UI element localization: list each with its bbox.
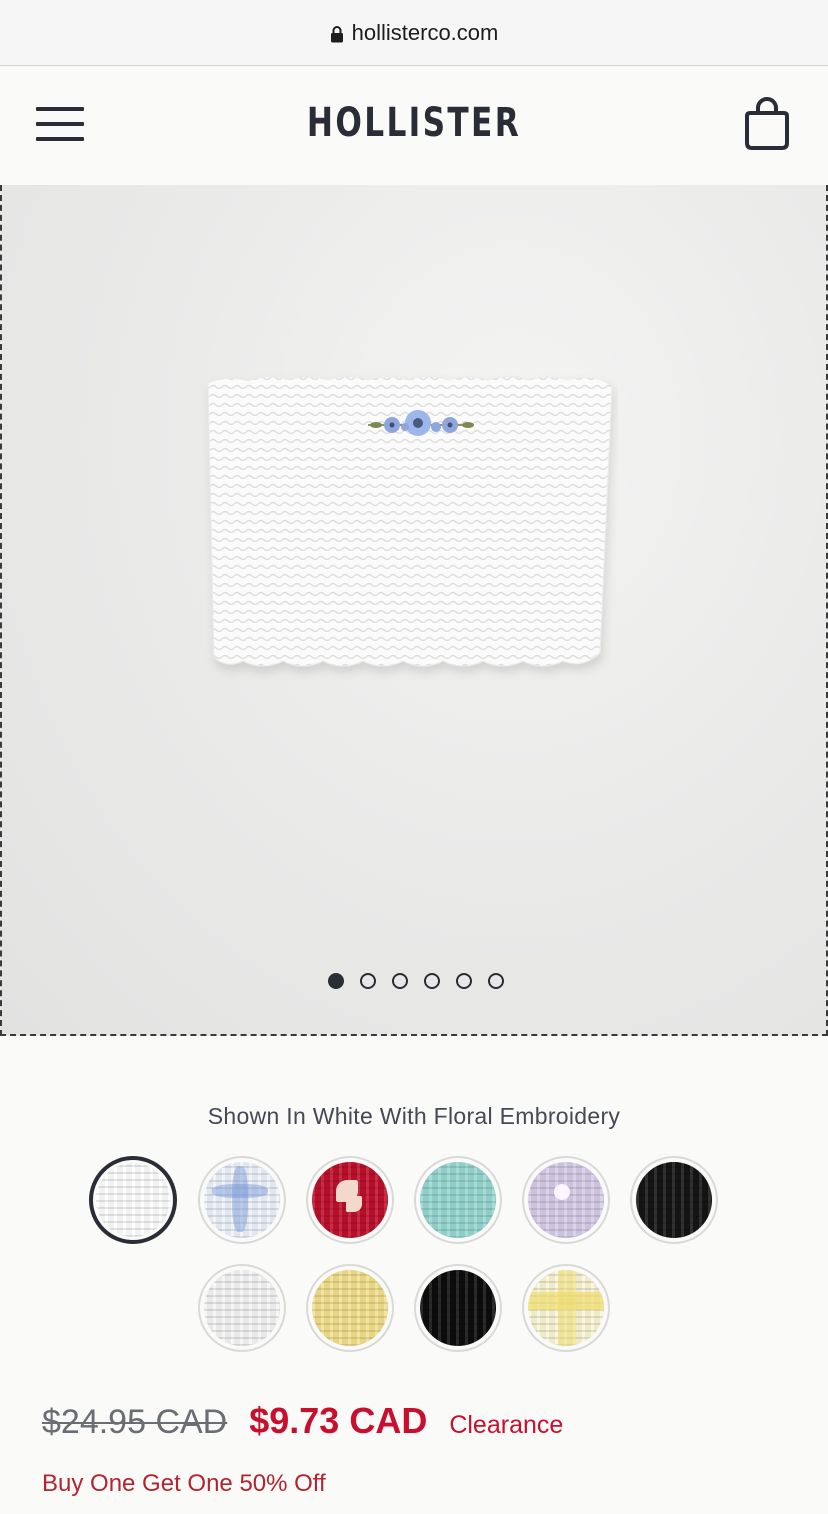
swatch-black-2[interactable] [414, 1264, 502, 1352]
carousel-dot-6[interactable] [488, 973, 504, 989]
product-image-gallery[interactable] [0, 185, 828, 1036]
shopping-bag-icon[interactable] [744, 97, 790, 151]
original-price: $24.95 CAD [42, 1403, 228, 1441]
hamburger-menu-icon[interactable] [36, 107, 84, 143]
selected-color-label: Shown In White With Floral Embroidery [207, 1103, 621, 1129]
swatch-white-floral-embroidery[interactable] [89, 1156, 177, 1244]
carousel-dot-4[interactable] [424, 973, 440, 989]
swatch-yellow-white-gingham[interactable] [522, 1264, 610, 1352]
browser-address-bar[interactable]: hollisterco.com [0, 0, 828, 66]
hollister-logo[interactable]: HOLLISTER [91, 100, 737, 146]
url-text: hollisterco.com [351, 19, 499, 45]
swatch-red-floral[interactable] [306, 1156, 394, 1244]
lock-icon [330, 25, 343, 42]
carousel-dot-2[interactable] [360, 973, 376, 989]
swatch-yellow[interactable] [306, 1264, 394, 1352]
site-header: HOLLISTER [0, 67, 828, 185]
carousel-dot-5[interactable] [456, 973, 472, 989]
carousel-dot-3[interactable] [392, 973, 408, 989]
swatch-white[interactable] [198, 1264, 286, 1352]
swatch-aqua[interactable] [414, 1156, 502, 1244]
carousel-pagination [2, 973, 826, 989]
promo-text[interactable]: Buy One Get One 50% Off [42, 1470, 326, 1498]
clearance-badge: Clearance [449, 1411, 564, 1439]
carousel-dot-1[interactable] [328, 973, 344, 989]
product-image [207, 376, 613, 667]
swatch-black[interactable] [630, 1156, 718, 1244]
price-row: $24.95 CAD $9.73 CAD Clearance [42, 1400, 563, 1442]
swatch-lavender-floral[interactable] [522, 1156, 610, 1244]
sale-price: $9.73 CAD [249, 1400, 428, 1441]
swatch-blue-white-plaid[interactable] [198, 1156, 286, 1244]
